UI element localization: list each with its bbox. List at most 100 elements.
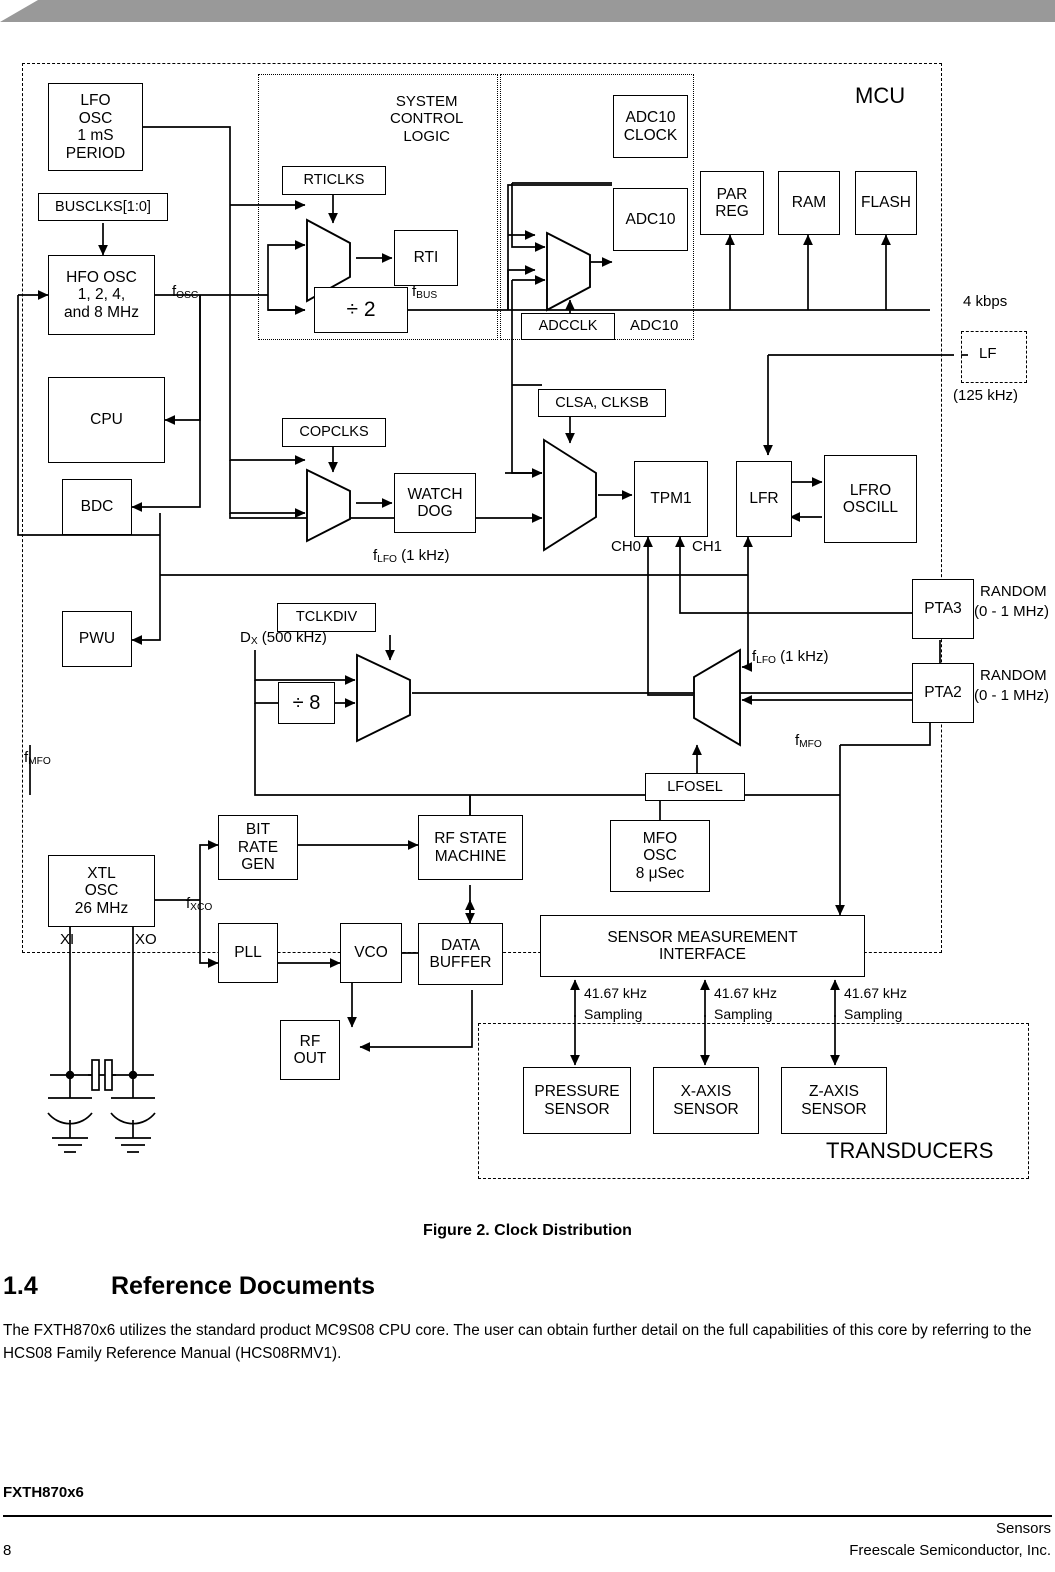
label-sampling-1-line1: 41.67 kHz: [584, 985, 648, 1001]
block-hfo-osc-label: HFO OSC 1, 2, 4, and 8 MHz: [64, 268, 139, 321]
block-xtl-osc-label: XTL OSC 26 MHz: [74, 864, 129, 917]
label-random-pta2-line1: RANDOM: [980, 667, 1047, 684]
block-watchdog[interactable]: WATCH DOG: [394, 473, 476, 533]
block-mfo-osc-label: MFO OSC 8 μSec: [635, 829, 685, 882]
block-par-reg[interactable]: PAR REG: [700, 171, 764, 235]
block-div8[interactable]: ÷ 8: [278, 682, 335, 724]
block-adcclk-label: ADCCLK: [538, 318, 598, 335]
label-f-lfo-watchdog: fLFO (1 kHz): [373, 547, 450, 566]
block-div2[interactable]: ÷ 2: [314, 287, 408, 333]
block-cpu-label: CPU: [90, 411, 123, 429]
block-tclkdiv-label: TCLKDIV: [295, 609, 358, 626]
block-rti[interactable]: RTI: [394, 230, 458, 286]
block-lfro-oscill[interactable]: LFRO OSCILL: [824, 455, 917, 543]
block-tpm1[interactable]: TPM1: [634, 461, 708, 537]
label-dx-sub: X: [250, 636, 258, 648]
figure-caption: Figure 2. Clock Distribution: [423, 1222, 632, 1239]
label-f-lfo-mux-val: (1 kHz): [776, 648, 829, 665]
block-pll-label: PLL: [234, 944, 262, 962]
block-cpu[interactable]: CPU: [48, 377, 165, 463]
label-sampling-3-line1: 41.67 kHz: [844, 985, 908, 1001]
block-bit-rate-gen[interactable]: BIT RATE GEN: [218, 815, 298, 880]
block-ram-label: RAM: [791, 194, 827, 212]
block-data-buffer[interactable]: DATA BUFFER: [418, 923, 503, 985]
label-sampling-2-line1: 41.67 kHz: [714, 985, 778, 1001]
block-xtl-osc[interactable]: XTL OSC 26 MHz: [48, 855, 155, 927]
block-pll[interactable]: PLL: [218, 923, 278, 983]
section-number: 1.4: [3, 1272, 38, 1300]
header-gray-band: [0, 0, 1055, 22]
label-lf: LF: [979, 345, 997, 362]
block-sensor-measurement-interface[interactable]: SENSOR MEASUREMENT INTERFACE: [540, 915, 865, 977]
block-z-axis-sensor-label: Z-AXIS SENSOR: [801, 1083, 867, 1118]
block-tpm1-label: TPM1: [650, 490, 692, 508]
label-sampling-2-line2: Sampling: [714, 1006, 773, 1022]
document-page: LFO OSC 1 mS PERIOD BUSCLKS[1:0] HFO OSC…: [0, 0, 1055, 1572]
block-flash[interactable]: FLASH: [855, 171, 917, 235]
block-pressure-sensor[interactable]: PRESSURE SENSOR: [523, 1067, 631, 1134]
block-par-reg-label: PAR REG: [715, 185, 749, 221]
block-lfosel-label: LFOSEL: [667, 778, 723, 795]
block-lfo-osc-label: LFO OSC 1 mS PERIOD: [65, 92, 126, 162]
block-ram[interactable]: RAM: [778, 171, 840, 235]
label-f-xco: fXCO: [186, 895, 213, 914]
block-bdc[interactable]: BDC: [62, 479, 132, 535]
block-tclkdiv[interactable]: TCLKDIV: [277, 603, 376, 632]
label-f-bus-sub: BUS: [416, 290, 438, 302]
block-vco-label: VCO: [354, 944, 388, 962]
block-x-axis-sensor[interactable]: X-AXIS SENSOR: [653, 1067, 759, 1134]
label-sampling-1-line2: Sampling: [584, 1006, 643, 1022]
block-busclks[interactable]: BUSCLKS[1:0]: [38, 193, 168, 221]
block-div8-label: ÷ 8: [292, 691, 321, 714]
block-mfo-osc[interactable]: MFO OSC 8 μSec: [610, 820, 710, 892]
label-random-pta3-line1: RANDOM: [980, 583, 1047, 600]
block-hfo-osc[interactable]: HFO OSC 1, 2, 4, and 8 MHz: [48, 255, 155, 335]
block-adcclk[interactable]: ADCCLK: [521, 313, 615, 340]
block-z-axis-sensor[interactable]: Z-AXIS SENSOR: [781, 1067, 887, 1134]
block-copclks-label: COPCLKS: [299, 424, 369, 441]
block-div2-label: ÷ 2: [346, 298, 376, 322]
footer-document-name: FXTH870x6: [3, 1484, 84, 1501]
block-copclks[interactable]: COPCLKS: [282, 418, 386, 447]
block-adc10-clock[interactable]: ADC10 CLOCK: [613, 95, 688, 158]
block-rticlks[interactable]: RTICLKS: [282, 166, 386, 195]
label-lf-frequency: (125 kHz): [953, 387, 1019, 404]
block-rf-out[interactable]: RF OUT: [280, 1020, 340, 1080]
block-rticlks-label: RTICLKS: [303, 172, 365, 189]
block-pta2[interactable]: PTA2: [912, 663, 974, 723]
block-pressure-sensor-label: PRESSURE SENSOR: [534, 1083, 620, 1118]
footer-page-number: 8: [3, 1542, 12, 1559]
block-lfr[interactable]: LFR: [736, 461, 792, 537]
block-lfro-oscill-label: LFRO OSCILL: [842, 481, 899, 517]
label-xi: XI: [60, 931, 75, 948]
block-pwu[interactable]: PWU: [62, 611, 132, 667]
block-pta3[interactable]: PTA3: [912, 579, 974, 639]
block-lfosel[interactable]: LFOSEL: [645, 773, 745, 801]
footer-right-line-2: Freescale Semiconductor, Inc.: [849, 1542, 1051, 1559]
section-title: Reference Documents: [111, 1272, 375, 1300]
label-4-kbps: 4 kbps: [963, 293, 1008, 310]
label-f-mfo-right-sub: MFO: [799, 739, 822, 751]
label-f-xco-sub: XCO: [190, 902, 213, 914]
label-f-bus: fBUS: [412, 283, 438, 302]
label-dx: DX (500 kHz): [240, 629, 327, 648]
label-f-mfo-right: fMFO: [795, 732, 822, 751]
block-rf-state-machine[interactable]: RF STATE MACHINE: [418, 815, 523, 880]
block-vco[interactable]: VCO: [340, 923, 402, 983]
block-pta3-label: PTA3: [924, 600, 962, 618]
block-adc10-label: ADC10: [625, 210, 676, 228]
block-adc10[interactable]: ADC10: [613, 188, 688, 251]
label-f-lfo-wd-sub: LFO: [377, 554, 397, 566]
label-f-osc: fOSC: [172, 283, 199, 302]
block-rti-label: RTI: [413, 249, 439, 267]
footer-right-line-1: Sensors: [995, 1520, 1051, 1537]
block-adc10-clock-label: ADC10 CLOCK: [623, 109, 678, 144]
label-mcu: MCU: [855, 83, 906, 108]
block-lfo-osc[interactable]: LFO OSC 1 mS PERIOD: [48, 83, 143, 171]
block-bdc-label: BDC: [80, 498, 114, 516]
label-transducers: TRANSDUCERS: [826, 1138, 994, 1163]
block-busclks-label: BUSCLKS[1:0]: [55, 198, 151, 215]
label-f-lfo-mux: fLFO (1 kHz): [752, 648, 829, 667]
block-flash-label: FLASH: [861, 194, 911, 212]
block-clsa-clksb[interactable]: CLSA, CLKSB: [538, 389, 666, 417]
